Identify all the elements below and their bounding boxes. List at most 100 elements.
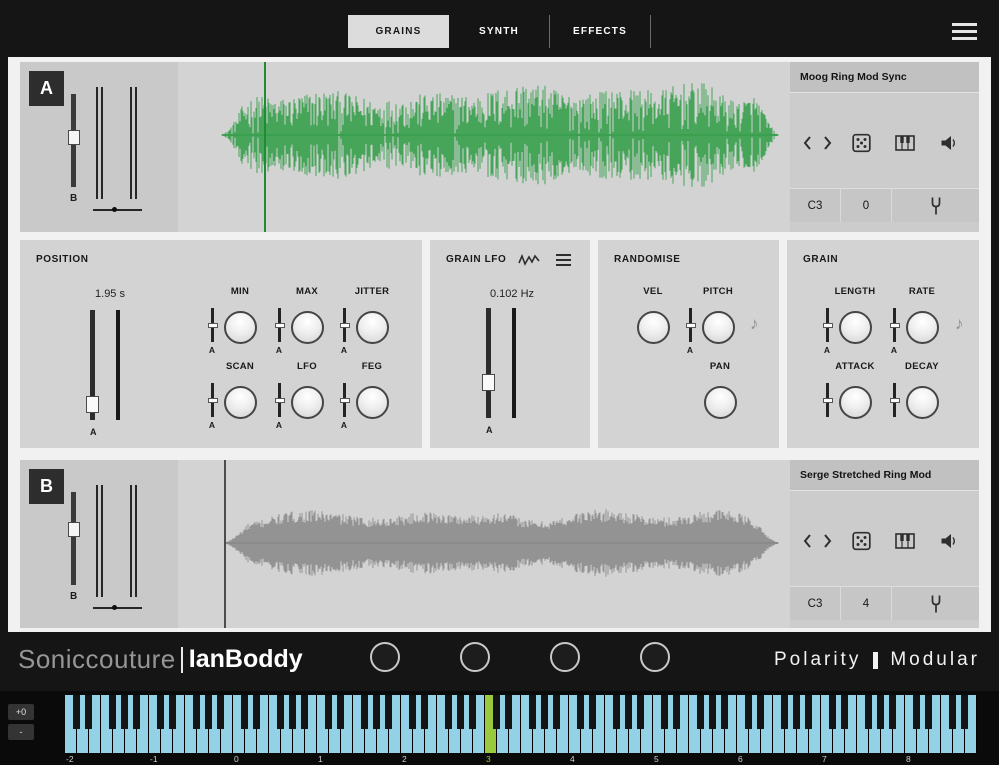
piano-key-black[interactable]	[961, 695, 968, 729]
tab-effects[interactable]: EFFECTS	[550, 15, 651, 48]
piano-key-black[interactable]	[505, 695, 512, 729]
piano-key-black[interactable]	[301, 695, 308, 729]
rate-mod-slider[interactable]: A	[888, 308, 900, 355]
piano-key-black[interactable]	[205, 695, 212, 729]
piano-key-black[interactable]	[193, 695, 200, 729]
layer-a-root-key[interactable]: C3	[790, 189, 841, 222]
piano-key-black[interactable]	[841, 695, 848, 729]
transpose-display-button[interactable]: +0	[8, 704, 34, 720]
macro-knob-2[interactable]	[460, 642, 490, 672]
pitch-knob[interactable]	[702, 311, 735, 344]
grain-lfo-slider-track[interactable]	[486, 308, 491, 418]
jitter-knob[interactable]	[356, 311, 389, 344]
tab-synth[interactable]: SYNTH	[449, 15, 550, 48]
lfo-knob[interactable]	[291, 386, 324, 419]
feg-mod-slider[interactable]: A	[338, 383, 350, 430]
piano-key-black[interactable]	[169, 695, 176, 729]
layer-b-root-key[interactable]: C3	[790, 587, 841, 620]
layer-b-preset-selector[interactable]: Serge Stretched Ring Mod	[790, 460, 979, 491]
lfo-menu-icon[interactable]	[556, 254, 571, 266]
piano-key-black[interactable]	[373, 695, 380, 729]
piano-key-black[interactable]	[445, 695, 452, 729]
attack-knob[interactable]	[839, 386, 872, 419]
piano-key-black[interactable]	[241, 695, 248, 729]
scan-knob[interactable]	[224, 386, 257, 419]
piano-key-black[interactable]	[757, 695, 764, 729]
piano-key-black[interactable]	[457, 695, 464, 729]
piano-key-black[interactable]	[745, 695, 752, 729]
grain-lfo-slider[interactable]: A	[486, 308, 516, 418]
min-knob[interactable]	[224, 311, 257, 344]
fade-slider-handle[interactable]	[68, 522, 80, 537]
layer-b-fade-slider[interactable]	[71, 492, 76, 585]
piano-key-black[interactable]	[925, 695, 932, 729]
macro-knob-1[interactable]	[370, 642, 400, 672]
pan-knob[interactable]	[704, 386, 737, 419]
decay-mod-slider[interactable]	[888, 383, 900, 417]
piano-key-black[interactable]	[613, 695, 620, 729]
piano-key-black[interactable]	[361, 695, 368, 729]
piano-key-black[interactable]	[133, 695, 140, 729]
piano-key-black[interactable]	[661, 695, 668, 729]
rate-note-sync-icon[interactable]: ♪	[955, 314, 964, 334]
max-knob[interactable]	[291, 311, 324, 344]
piano-key-black[interactable]	[469, 695, 476, 729]
rate-knob[interactable]	[906, 311, 939, 344]
piano-key-black[interactable]	[805, 695, 812, 729]
speaker-audition-icon[interactable]	[940, 135, 957, 152]
next-preset-icon[interactable]	[823, 534, 832, 549]
piano-key-black[interactable]	[553, 695, 560, 729]
piano-key-black[interactable]	[529, 695, 536, 729]
piano-key-black[interactable]	[697, 695, 704, 729]
decay-knob[interactable]	[906, 386, 939, 419]
piano-key-black[interactable]	[121, 695, 128, 729]
dice-random-icon[interactable]	[852, 134, 871, 153]
position-slider[interactable]: A	[90, 310, 120, 420]
pitch-mod-slider[interactable]: A	[684, 308, 696, 355]
layer-b-pan-slider[interactable]	[93, 607, 142, 609]
layer-a-level-slider-2[interactable]	[130, 87, 137, 199]
length-mod-slider[interactable]: A	[821, 308, 833, 355]
vel-knob[interactable]	[637, 311, 670, 344]
transpose-minus-button[interactable]: -	[8, 724, 34, 740]
speaker-audition-icon[interactable]	[940, 533, 957, 550]
piano-key-black[interactable]	[409, 695, 416, 729]
piano-key-black[interactable]	[541, 695, 548, 729]
feg-knob[interactable]	[356, 386, 389, 419]
dice-random-icon[interactable]	[852, 532, 871, 551]
layer-b-level-slider-2[interactable]	[130, 485, 137, 597]
macro-knob-3[interactable]	[550, 642, 580, 672]
macro-knob-4[interactable]	[640, 642, 670, 672]
position-slider-track[interactable]	[90, 310, 95, 420]
piano-key-black[interactable]	[385, 695, 392, 729]
piano-key-black[interactable]	[337, 695, 344, 729]
piano-key-black[interactable]	[793, 695, 800, 729]
attack-mod-slider[interactable]	[821, 383, 833, 417]
piano-key-black[interactable]	[289, 695, 296, 729]
min-mod-slider[interactable]: A	[206, 308, 218, 355]
next-preset-icon[interactable]	[823, 136, 832, 151]
piano-key-black[interactable]	[889, 695, 896, 729]
piano-key-black[interactable]	[673, 695, 680, 729]
layer-b-waveform-display[interactable]	[178, 460, 790, 628]
layer-a-pan-slider[interactable]	[93, 209, 142, 211]
piano-key-black[interactable]	[577, 695, 584, 729]
piano-key-black[interactable]	[493, 695, 500, 729]
keyboard-map-icon[interactable]	[895, 135, 915, 151]
prev-preset-icon[interactable]	[803, 136, 812, 151]
position-slider-handle[interactable]	[86, 396, 99, 413]
piano-key-black[interactable]	[829, 695, 836, 729]
piano-key-black[interactable]	[85, 695, 92, 729]
piano-key-black[interactable]	[421, 695, 428, 729]
layer-b-level-slider-1[interactable]	[96, 485, 103, 597]
piano-key-black[interactable]	[913, 695, 920, 729]
tuning-fork-icon[interactable]	[892, 587, 979, 620]
piano-key-black[interactable]	[865, 695, 872, 729]
hamburger-menu-icon[interactable]	[952, 23, 977, 41]
piano-key-black[interactable]	[325, 695, 332, 729]
piano-key-black[interactable]	[589, 695, 596, 729]
piano-key-black[interactable]	[877, 695, 884, 729]
tab-grains[interactable]: GRAINS	[348, 15, 449, 48]
layer-a-fade-slider[interactable]	[71, 94, 76, 187]
piano-key-black[interactable]	[253, 695, 260, 729]
